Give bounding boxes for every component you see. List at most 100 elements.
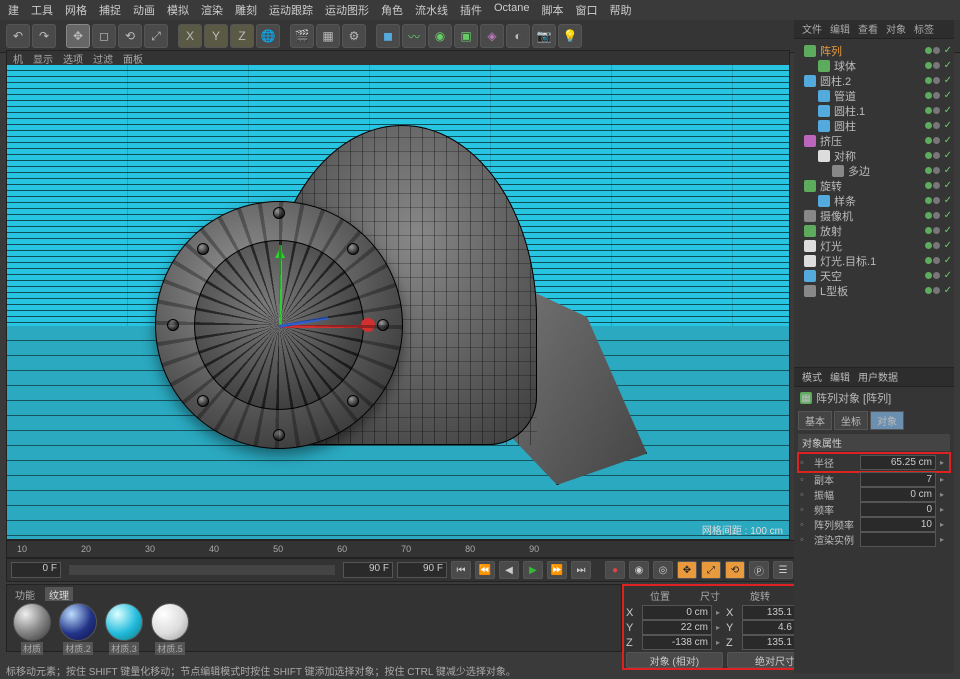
- world-toggle[interactable]: 🌐: [256, 24, 280, 48]
- attr-input[interactable]: 65.25 cm: [860, 455, 936, 470]
- pos-input[interactable]: 22 cm: [642, 620, 712, 635]
- pos-input[interactable]: -138 cm: [642, 635, 712, 650]
- attr-subtabs[interactable]: 基本 坐标 对象: [794, 409, 954, 432]
- tree-item[interactable]: 旋转✓: [796, 178, 952, 193]
- tree-item[interactable]: 对称✓: [796, 148, 952, 163]
- axis-z-toggle[interactable]: Z: [230, 24, 254, 48]
- end-frame-input[interactable]: 90 F: [397, 562, 447, 578]
- attr-row[interactable]: ◦渲染实例▸: [798, 532, 950, 547]
- key-param-btn[interactable]: Ⓟ: [749, 561, 769, 579]
- nurbs-tool[interactable]: ◉: [428, 24, 452, 48]
- menu-item[interactable]: 捕捉: [99, 2, 121, 20]
- current-frame-input[interactable]: 90 F: [343, 562, 393, 578]
- gizmo-x-axis[interactable]: [279, 325, 369, 328]
- attr-input[interactable]: 0 cm: [860, 487, 936, 502]
- timeline-ruler[interactable]: 102030405060708090: [6, 540, 810, 558]
- menu-item[interactable]: 工具: [31, 2, 53, 20]
- object-tree[interactable]: 阵列✓球体✓圆柱.2✓管道✓圆柱.1✓圆柱✓挤压✓对称✓多边✓旋转✓样条✓摄像机…: [794, 39, 954, 307]
- axis-y-toggle[interactable]: Y: [204, 24, 228, 48]
- key-opts-btn[interactable]: ◎: [653, 561, 673, 579]
- material-item[interactable]: 材质.3: [105, 603, 143, 655]
- prev-key-btn[interactable]: ⏪: [475, 561, 495, 579]
- menu-item[interactable]: 运动跟踪: [269, 2, 313, 20]
- render-region[interactable]: ▦: [316, 24, 340, 48]
- menu-item[interactable]: 窗口: [575, 2, 597, 20]
- menu-item[interactable]: 运动图形: [325, 2, 369, 20]
- tree-item[interactable]: 圆柱✓: [796, 118, 952, 133]
- menu-item[interactable]: 模拟: [167, 2, 189, 20]
- material-tabs[interactable]: 功能 纹理: [9, 587, 619, 601]
- tree-item[interactable]: 圆柱.2✓: [796, 73, 952, 88]
- pos-input[interactable]: 0 cm: [642, 605, 712, 620]
- menu-item[interactable]: Octane: [494, 2, 529, 20]
- play-back-btn[interactable]: ◀: [499, 561, 519, 579]
- scale-tool[interactable]: ⤢: [144, 24, 168, 48]
- key-scale-btn[interactable]: ⤢: [701, 561, 721, 579]
- redo-btn[interactable]: ↷: [32, 24, 56, 48]
- viewport-canvas[interactable]: 网格间距 : 100 cm: [7, 65, 789, 539]
- select-tool[interactable]: ◻: [92, 24, 116, 48]
- tree-item[interactable]: 挤压✓: [796, 133, 952, 148]
- menu-item[interactable]: 渲染: [201, 2, 223, 20]
- tree-item[interactable]: 摄像机✓: [796, 208, 952, 223]
- menu-item[interactable]: 流水线: [415, 2, 448, 20]
- spline-tool[interactable]: 〰: [402, 24, 426, 48]
- menu-item[interactable]: 脚本: [541, 2, 563, 20]
- camera-tool[interactable]: 📷: [532, 24, 556, 48]
- tree-item[interactable]: 灯光.目标.1✓: [796, 253, 952, 268]
- viewport-menu[interactable]: 机显示选项过滤面板: [7, 51, 789, 65]
- menu-item[interactable]: 雕刻: [235, 2, 257, 20]
- material-manager[interactable]: 功能 纹理 材质 材质.2 材质.3 材质.5: [6, 584, 622, 652]
- tree-item[interactable]: L型板✓: [796, 283, 952, 298]
- key-pla-btn[interactable]: ☰: [773, 561, 793, 579]
- tree-item[interactable]: 圆柱.1✓: [796, 103, 952, 118]
- start-frame-input[interactable]: 0 F: [11, 562, 61, 578]
- array-tool[interactable]: ▣: [454, 24, 478, 48]
- attr-row[interactable]: ◦阵列频率10▸: [798, 517, 950, 532]
- attr-row[interactable]: ◦副本7▸: [798, 472, 950, 487]
- tree-item[interactable]: 天空✓: [796, 268, 952, 283]
- attr-row[interactable]: ◦振幅0 cm▸: [798, 487, 950, 502]
- model-ring[interactable]: [155, 201, 403, 449]
- material-item[interactable]: 材质.2: [59, 603, 97, 655]
- record-btn[interactable]: ●: [605, 561, 625, 579]
- deformer-tool[interactable]: ◈: [480, 24, 504, 48]
- cube-primitive[interactable]: ◼: [376, 24, 400, 48]
- env-tool[interactable]: ◐: [506, 24, 530, 48]
- perspective-viewport[interactable]: 机显示选项过滤面板 网格间距 : 100 cm: [6, 50, 790, 540]
- tree-item[interactable]: 球体✓: [796, 58, 952, 73]
- attr-row[interactable]: ◦半径65.25 cm▸: [797, 452, 951, 473]
- tree-item[interactable]: 灯光✓: [796, 238, 952, 253]
- undo-btn[interactable]: ↶: [6, 24, 30, 48]
- axis-x-toggle[interactable]: X: [178, 24, 202, 48]
- tree-item[interactable]: 多边✓: [796, 163, 952, 178]
- material-item[interactable]: 材质: [13, 603, 51, 655]
- autokey-btn[interactable]: ◉: [629, 561, 649, 579]
- attr-input[interactable]: 7: [860, 472, 936, 487]
- key-pos-btn[interactable]: ✥: [677, 561, 697, 579]
- menu-item[interactable]: 插件: [460, 2, 482, 20]
- attr-input[interactable]: [860, 532, 936, 547]
- timeline-track[interactable]: [69, 565, 335, 575]
- tree-item[interactable]: 阵列✓: [796, 43, 952, 58]
- tree-item[interactable]: 放射✓: [796, 223, 952, 238]
- attribute-tabs[interactable]: 模式编辑用户数据: [794, 367, 954, 387]
- timeline-bar[interactable]: 0 F 90 F 90 F ⏮ ⏪ ◀ ▶ ⏩ ⏭ ● ◉ ◎ ✥ ⤢ ⟲ Ⓟ …: [6, 558, 798, 582]
- menu-item[interactable]: 帮助: [609, 2, 631, 20]
- tree-item[interactable]: 管道✓: [796, 88, 952, 103]
- key-rot-btn[interactable]: ⟲: [725, 561, 745, 579]
- menu-item[interactable]: 网格: [65, 2, 87, 20]
- light-tool[interactable]: 💡: [558, 24, 582, 48]
- goto-end-btn[interactable]: ⏭: [571, 561, 591, 579]
- move-tool[interactable]: ✥: [66, 24, 90, 48]
- object-manager-tabs[interactable]: 文件编辑查看对象标签: [794, 20, 954, 39]
- gizmo-y-axis[interactable]: [279, 245, 282, 325]
- render-btn[interactable]: 🎬: [290, 24, 314, 48]
- material-item[interactable]: 材质.5: [151, 603, 189, 655]
- rotate-tool[interactable]: ⟲: [118, 24, 142, 48]
- attr-input[interactable]: 0: [860, 502, 936, 517]
- play-btn[interactable]: ▶: [523, 561, 543, 579]
- render-settings[interactable]: ⚙: [342, 24, 366, 48]
- attr-row[interactable]: ◦频率0▸: [798, 502, 950, 517]
- next-key-btn[interactable]: ⏩: [547, 561, 567, 579]
